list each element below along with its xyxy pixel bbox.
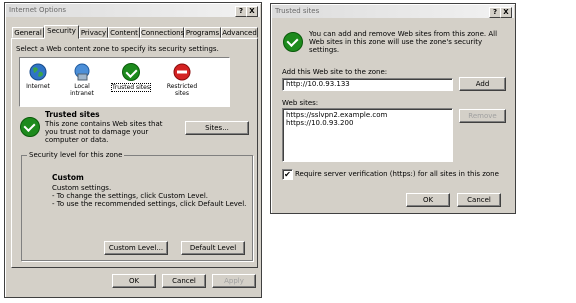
security-level-line1: Custom settings. (52, 184, 112, 192)
tab-connections[interactable]: Connections (140, 27, 184, 38)
close-button[interactable]: X (246, 6, 258, 17)
security-level-line2: - To change the settings, click Custom L… (52, 192, 209, 200)
trusted-sites-info-icon (20, 117, 40, 137)
trusted-sites-dialog: Trusted sites ? X You can add and remove… (270, 3, 516, 214)
zone-restricted-sites[interactable]: Restricted sites (164, 63, 200, 97)
zone-internet[interactable]: Internet (23, 63, 53, 90)
trusted-sites-check-icon (122, 63, 140, 81)
zone-prompt: Select a Web content zone to specify its… (16, 45, 219, 53)
security-level-line3: - To use the recommended settings, click… (52, 200, 247, 208)
zone-list: Internet Local intranet Trusted sites Re… (19, 57, 230, 107)
tab-general[interactable]: General (12, 27, 44, 38)
security-level-legend: Security level for this zone (27, 151, 125, 159)
list-item[interactable]: https://sslvpn2.example.com (286, 111, 452, 119)
list-item[interactable]: https://10.0.93.200 (286, 119, 452, 127)
websites-label: Web sites: (282, 99, 319, 107)
tab-privacy[interactable]: Privacy (79, 27, 108, 38)
trusted-sites-dialog-icon (283, 32, 303, 52)
tab-content[interactable]: Content (108, 27, 140, 38)
internet-options-title: Internet Options (9, 6, 67, 14)
trusted-sites-titlebar: Trusted sites ? X (272, 5, 514, 18)
default-level-button[interactable]: Default Level (181, 241, 245, 255)
zone-restricted-sites-label: Restricted sites (166, 83, 198, 97)
remove-button[interactable]: Remove (459, 109, 506, 123)
add-site-input[interactable]: http://10.0.93.133 (282, 78, 453, 91)
add-button[interactable]: Add (459, 77, 506, 91)
trusted-sites-close-button[interactable]: X (500, 7, 512, 18)
zone-internet-label: Internet (26, 83, 50, 90)
zone-info-description: This zone contains Web sites that you tr… (45, 120, 163, 144)
trusted-sites-title: Trusted sites (275, 7, 320, 15)
zone-info-title: Trusted sites (45, 110, 100, 119)
trusted-sites-ok-button[interactable]: OK (406, 193, 450, 207)
apply-button[interactable]: Apply (212, 274, 256, 288)
require-verification-checkbox[interactable]: ✔ (282, 169, 293, 180)
security-tab-panel: Select a Web content zone to specify its… (11, 38, 258, 268)
internet-options-dialog: Internet Options ? X General Security Pr… (4, 2, 262, 298)
tab-advanced[interactable]: Advanced (221, 27, 258, 38)
trusted-sites-description: You can add and remove Web sites from th… (309, 30, 498, 54)
ok-button[interactable]: OK (112, 274, 156, 288)
trusted-sites-cancel-button[interactable]: Cancel (457, 193, 501, 207)
tab-security[interactable]: Security (44, 25, 79, 39)
cancel-button[interactable]: Cancel (162, 274, 206, 288)
zone-trusted-sites-label: Trusted sites (111, 83, 151, 92)
security-level-group: Security level for this zone Custom Cust… (21, 151, 253, 261)
globe-icon (29, 63, 47, 81)
add-site-label: Add this Web site to the zone: (282, 68, 388, 76)
tab-programs[interactable]: Programs (184, 27, 221, 38)
zone-trusted-sites[interactable]: Trusted sites (111, 63, 151, 92)
sites-button[interactable]: Sites... (185, 121, 249, 135)
zone-local-intranet[interactable]: Local intranet (62, 63, 102, 97)
security-level-title: Custom (52, 173, 84, 182)
websites-list[interactable]: https://sslvpn2.example.com https://10.0… (282, 108, 453, 162)
zone-local-intranet-label: Local intranet (70, 83, 94, 97)
custom-level-button[interactable]: Custom Level... (104, 241, 168, 255)
require-verification-label[interactable]: Require server verification (https:) for… (295, 170, 499, 178)
restricted-sites-icon (173, 63, 191, 81)
local-intranet-icon (73, 63, 91, 81)
internet-options-titlebar: Internet Options ? X (6, 4, 260, 17)
